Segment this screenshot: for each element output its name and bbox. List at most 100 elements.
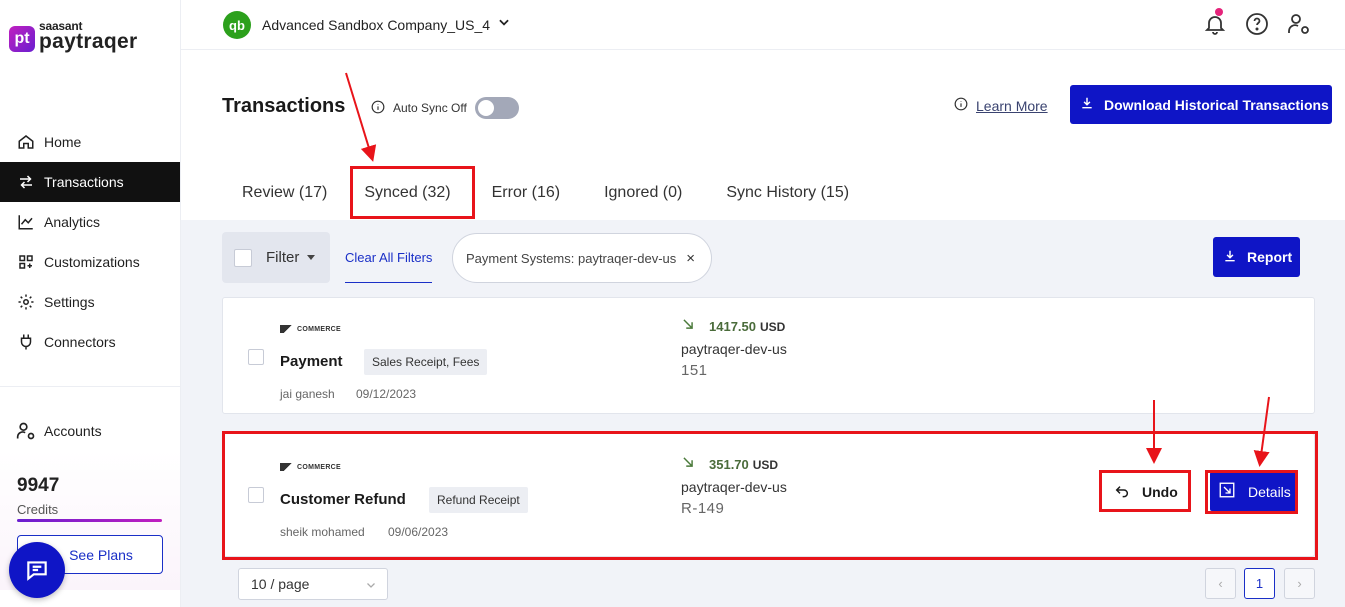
notification-dot — [1215, 8, 1223, 16]
sidebar-item-label: Transactions — [44, 174, 124, 190]
transfer-icon — [16, 172, 36, 192]
learn-more-link[interactable]: Learn More — [954, 97, 1048, 114]
close-icon[interactable]: × — [686, 250, 695, 267]
download-historical-button[interactable]: Download Historical Transactions — [1070, 85, 1332, 124]
chevron-down-icon — [365, 578, 377, 594]
brand-mark: pt — [9, 26, 35, 52]
transaction-type: Payment — [280, 353, 343, 370]
row-checkbox[interactable] — [248, 487, 264, 503]
sidebar-item-label: Connectors — [44, 334, 116, 350]
tab-synced[interactable]: Synced (32) — [347, 167, 467, 219]
details-button[interactable]: Details — [1210, 472, 1298, 511]
home-icon — [16, 132, 36, 152]
user-gear-icon — [16, 421, 36, 441]
select-all-checkbox[interactable] — [234, 248, 252, 267]
arrow-down-right-icon — [681, 455, 695, 474]
grid-icon — [16, 252, 36, 272]
sidebar-item-label: Accounts — [44, 423, 102, 439]
transaction-type: Customer Refund — [280, 491, 406, 508]
credits-label: Credits — [17, 502, 59, 517]
info-icon — [954, 97, 968, 114]
sidebar-nav: Home Transactions Analytics Customizatio… — [0, 122, 180, 362]
quickbooks-logo: qb — [223, 11, 251, 39]
transaction-date: 09/06/2023 — [388, 525, 449, 539]
transaction-tag: Sales Receipt, Fees — [364, 349, 488, 375]
transaction-ref: R-149 — [681, 500, 725, 517]
transaction-currency: USD — [752, 457, 779, 472]
open-details-icon — [1218, 481, 1236, 502]
plug-icon — [16, 332, 36, 352]
sidebar-item-label: Customizations — [44, 254, 140, 270]
download-icon — [1080, 96, 1094, 113]
sidebar: pt saasant paytraqer Home Transactions A… — [0, 0, 181, 607]
sidebar-item-customizations[interactable]: Customizations — [0, 242, 180, 282]
chat-button[interactable] — [9, 542, 65, 598]
caret-down-icon — [307, 255, 316, 260]
credits-value: 9947 — [17, 475, 60, 496]
sidebar-item-analytics[interactable]: Analytics — [0, 202, 180, 242]
bigcommerce-logo: COMMERCE — [280, 325, 341, 333]
transaction-tag: Refund Receipt — [429, 487, 528, 513]
chevron-down-icon[interactable] — [497, 15, 511, 34]
chart-icon — [16, 212, 36, 232]
chat-icon — [27, 561, 47, 581]
report-label: Report — [1247, 249, 1293, 265]
transactions-list: Filter Clear All Filters Payment Systems… — [181, 220, 1345, 607]
tab-ignored[interactable]: Ignored (0) — [584, 167, 702, 219]
transaction-card[interactable]: COMMERCE Payment Sales Receipt, Fees jai… — [222, 297, 1315, 414]
sidebar-item-label: Home — [44, 134, 82, 150]
per-page-value: 10 / page — [251, 576, 310, 592]
sidebar-item-label: Analytics — [44, 214, 101, 230]
payment-system: paytraqer-dev-us — [681, 341, 787, 357]
report-button[interactable]: Report — [1213, 237, 1300, 277]
row-checkbox[interactable] — [248, 349, 264, 365]
sidebar-item-label: Settings — [44, 294, 95, 310]
page-1-button[interactable]: 1 — [1244, 568, 1275, 599]
download-label: Download Historical Transactions — [1104, 96, 1329, 113]
transaction-user: jai ganesh — [280, 387, 335, 401]
filter-chip-label: Payment Systems: paytraqer-dev-us — [466, 250, 677, 266]
transaction-currency: USD — [760, 319, 786, 334]
brand-name: paytraqer — [39, 30, 138, 53]
gear-icon — [16, 292, 36, 312]
sidebar-item-settings[interactable]: Settings — [0, 282, 180, 322]
bigcommerce-logo: COMMERCE — [280, 463, 341, 471]
filter-chip: Payment Systems: paytraqer-dev-us × — [452, 233, 712, 283]
sidebar-divider — [0, 386, 180, 387]
auto-sync: Auto Sync Off — [371, 97, 519, 119]
filter-dropdown[interactable]: Filter — [222, 232, 330, 283]
transaction-ref: 151 — [681, 362, 708, 379]
credits-bar — [17, 519, 162, 522]
transaction-card[interactable]: COMMERCE Customer Refund Refund Receipt … — [222, 433, 1315, 557]
main-content: Transactions Auto Sync Off Learn More Do… — [181, 51, 1345, 607]
sidebar-item-accounts[interactable]: Accounts — [0, 411, 180, 451]
tab-review[interactable]: Review (17) — [222, 167, 347, 219]
payment-system: paytraqer-dev-us — [681, 479, 787, 495]
tab-error[interactable]: Error (16) — [468, 167, 584, 219]
learn-more-label: Learn More — [976, 97, 1048, 114]
details-label: Details — [1248, 483, 1291, 500]
tab-sync-history[interactable]: Sync History (15) — [702, 167, 869, 219]
company-name[interactable]: Advanced Sandbox Company_US_4 — [262, 17, 490, 33]
arrow-down-right-icon — [681, 317, 695, 336]
notification-bell-icon[interactable] — [1203, 8, 1227, 36]
page-title: Transactions — [222, 95, 346, 117]
undo-icon — [1114, 482, 1130, 501]
help-icon[interactable] — [1245, 12, 1269, 36]
undo-button[interactable]: Undo — [1102, 472, 1190, 511]
brand-logo[interactable]: pt saasant paytraqer — [9, 20, 137, 52]
tab-bar: Review (17) Synced (32) Error (16) Ignor… — [222, 167, 869, 219]
next-page-button[interactable]: › — [1284, 568, 1315, 599]
sidebar-item-connectors[interactable]: Connectors — [0, 322, 180, 362]
sidebar-item-transactions[interactable]: Transactions — [0, 162, 180, 202]
prev-page-button[interactable]: ‹ — [1205, 568, 1236, 599]
auto-sync-toggle[interactable] — [474, 97, 519, 119]
clear-all-filters-link[interactable]: Clear All Filters — [345, 250, 433, 283]
info-icon — [371, 100, 385, 117]
per-page-select[interactable]: 10 / page — [238, 568, 388, 600]
transaction-amount: 1417.50 — [709, 319, 756, 334]
user-settings-icon[interactable] — [1287, 12, 1311, 36]
filter-label: Filter — [266, 249, 300, 266]
sidebar-item-home[interactable]: Home — [0, 122, 180, 162]
transaction-user: sheik mohamed — [280, 525, 365, 539]
